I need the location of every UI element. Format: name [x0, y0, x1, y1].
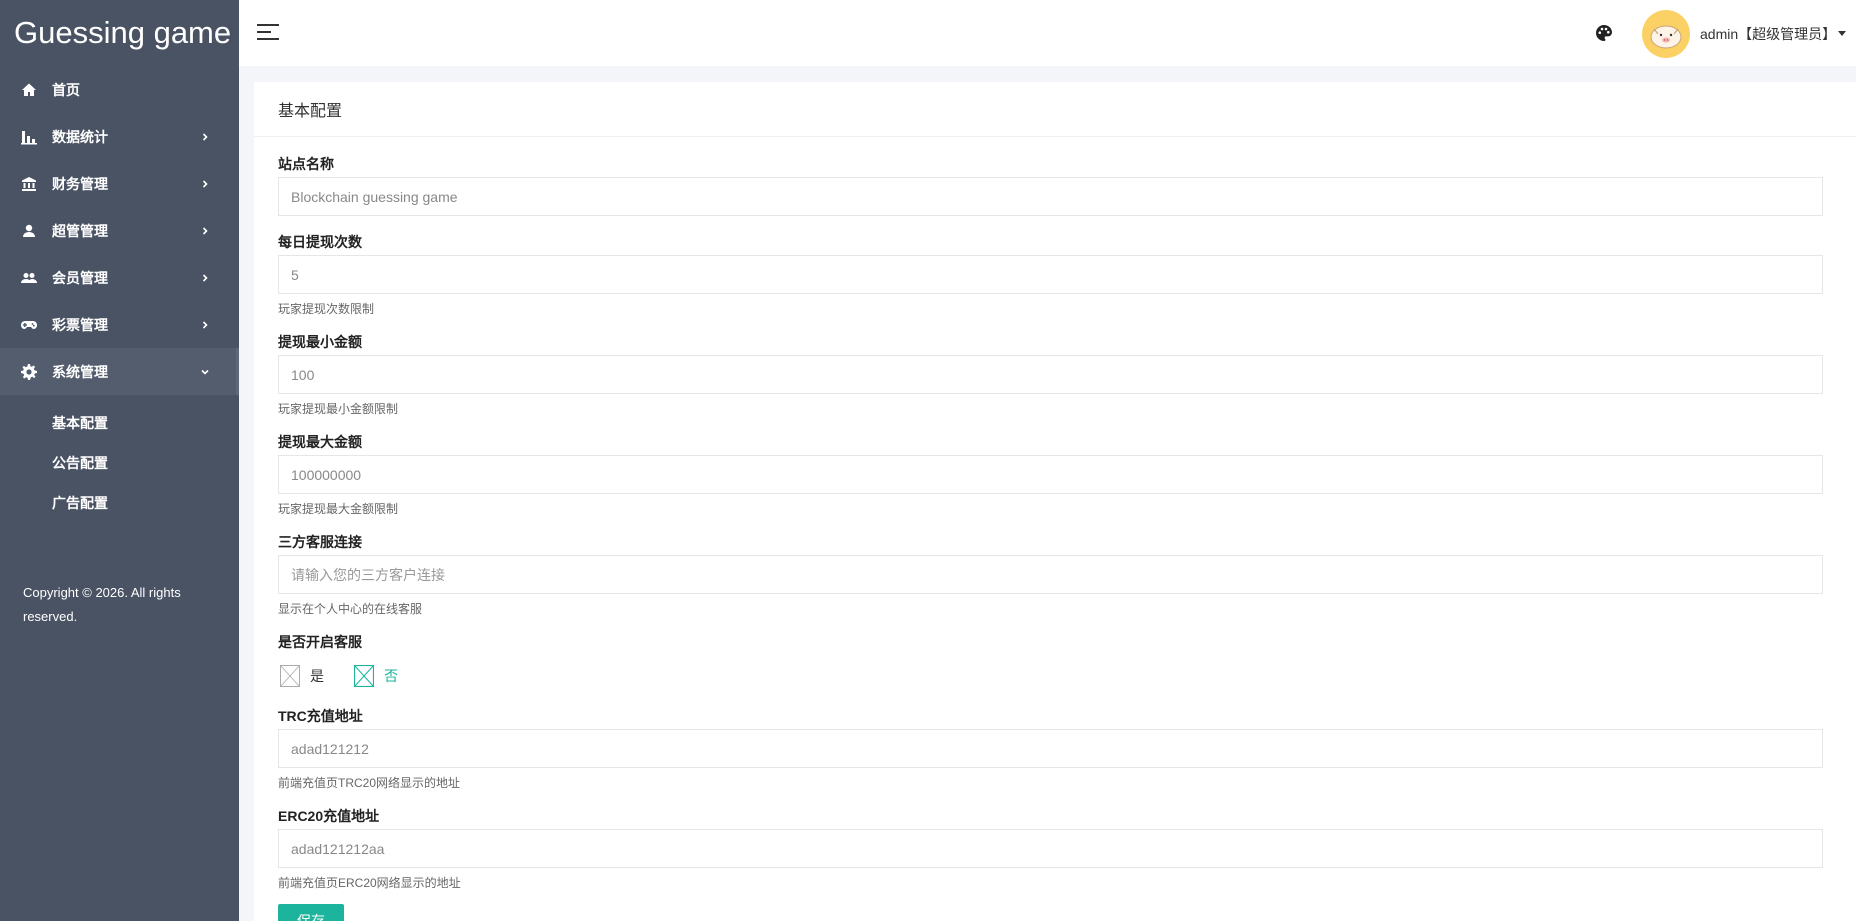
- copyright-text: Copyright © 2026. All rights reserved.: [23, 585, 181, 624]
- max-withdraw-label: 提现最大金额: [278, 434, 362, 450]
- radio-no-label[interactable]: 否: [384, 666, 398, 686]
- third-party-cs-label: 三方客服连接: [278, 534, 362, 550]
- sidebar-item-members[interactable]: 会员管理: [0, 254, 239, 301]
- sidebar-item-label: 超管管理: [52, 222, 108, 239]
- subnav-item-announcement-config[interactable]: 公告配置: [0, 443, 239, 483]
- brand-title[interactable]: Guessing game: [0, 0, 239, 66]
- content-card: 基本配置 站点名称 每日提现次数 玩家提现次数限制 提现最小金额 玩家提现最小金…: [254, 82, 1856, 921]
- sidebar: Guessing game 首页 数据统计 财务管理 超管管理 会员管理 彩票管…: [0, 0, 239, 921]
- sidebar-item-home[interactable]: 首页: [0, 66, 239, 113]
- daily-withdraw-help: 玩家提现次数限制: [278, 302, 375, 316]
- max-withdraw-help: 玩家提现最大金额限制: [278, 502, 399, 516]
- save-button[interactable]: 保存: [278, 904, 344, 921]
- subnav-system: 基本配置 公告配置 广告配置: [0, 395, 239, 523]
- radio-no-icon[interactable]: [353, 664, 375, 688]
- sidebar-item-label: 数据统计: [52, 128, 108, 145]
- palette-icon[interactable]: [1595, 24, 1613, 42]
- min-withdraw-input[interactable]: [278, 355, 1823, 394]
- erc20-address-label: ERC20充值地址: [278, 808, 380, 824]
- sidebar-item-label: 系统管理: [52, 363, 108, 380]
- avatar[interactable]: [1642, 10, 1690, 58]
- page-title: 基本配置: [254, 82, 1856, 137]
- caret-down-icon[interactable]: [1838, 31, 1846, 36]
- site-name-label: 站点名称: [278, 156, 334, 172]
- sidebar-item-label: 财务管理: [52, 175, 108, 192]
- gear-icon: [20, 363, 38, 381]
- sidebar-item-lottery[interactable]: 彩票管理: [0, 301, 239, 348]
- erc20-address-input[interactable]: [278, 829, 1823, 868]
- bar-chart-icon: [20, 128, 38, 146]
- chevron-right-icon: [201, 320, 209, 329]
- trc-address-input[interactable]: [278, 729, 1823, 768]
- top-header: admin【超级管理员】: [239, 0, 1856, 66]
- max-withdraw-input[interactable]: [278, 455, 1823, 494]
- sidebar-item-admin[interactable]: 超管管理: [0, 207, 239, 254]
- sidebar-item-statistics[interactable]: 数据统计: [0, 113, 239, 160]
- sidebar-item-label: 彩票管理: [52, 316, 108, 333]
- chevron-right-icon: [201, 179, 209, 188]
- menu-icon[interactable]: [257, 24, 279, 42]
- erc20-address-help: 前端充值页ERC20网络显示的地址: [278, 876, 461, 890]
- cs-enabled-label: 是否开启客服: [278, 634, 362, 650]
- cs-enabled-radio-group: 是 否: [280, 664, 428, 688]
- chevron-right-icon: [201, 273, 209, 282]
- subnav-item-basic-config[interactable]: 基本配置: [0, 403, 239, 443]
- group-icon: [20, 269, 38, 287]
- min-withdraw-help: 玩家提现最小金额限制: [278, 402, 399, 416]
- radio-yes-label[interactable]: 是: [310, 666, 324, 686]
- daily-withdraw-label: 每日提现次数: [278, 234, 362, 250]
- subnav-item-ad-config[interactable]: 广告配置: [0, 483, 239, 523]
- third-party-cs-input[interactable]: [278, 555, 1823, 594]
- trc-address-label: TRC充值地址: [278, 708, 363, 724]
- sidebar-item-finance[interactable]: 财务管理: [0, 160, 239, 207]
- min-withdraw-label: 提现最小金额: [278, 334, 362, 350]
- chevron-right-icon: [201, 226, 209, 235]
- third-party-cs-help: 显示在个人中心的在线客服: [278, 602, 423, 616]
- sidebar-item-label: 首页: [52, 81, 80, 98]
- bank-icon: [20, 175, 38, 193]
- site-name-input[interactable]: [278, 177, 1823, 216]
- chevron-down-icon: [201, 368, 209, 376]
- sidebar-item-system[interactable]: 系统管理: [0, 348, 239, 395]
- radio-yes-icon[interactable]: [280, 665, 300, 687]
- user-icon: [20, 222, 38, 240]
- gamepad-icon: [20, 316, 38, 334]
- daily-withdraw-input[interactable]: [278, 255, 1823, 294]
- trc-address-help: 前端充值页TRC20网络显示的地址: [278, 776, 461, 790]
- home-icon: [20, 81, 38, 99]
- sidebar-item-label: 会员管理: [52, 269, 108, 286]
- chevron-right-icon: [201, 132, 209, 141]
- user-menu[interactable]: admin【超级管理员】: [1700, 24, 1836, 44]
